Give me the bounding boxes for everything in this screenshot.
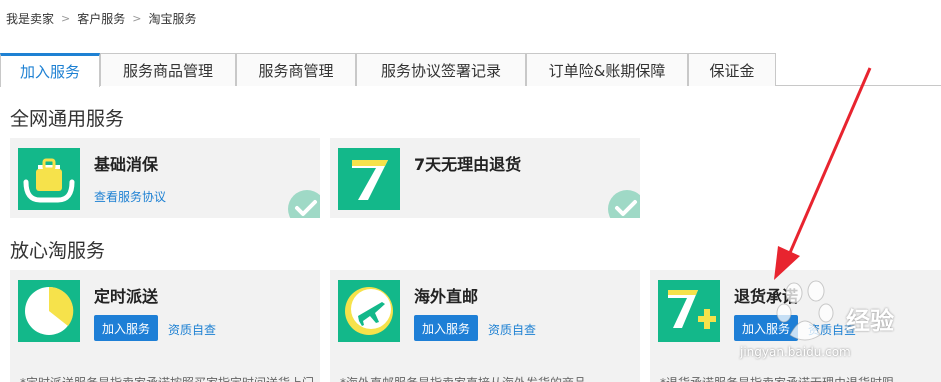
seven-day-logo-icon [338, 148, 400, 210]
tab-service-goods-management[interactable]: 服务商品管理 [100, 53, 236, 86]
join-service-button[interactable]: 加入服务 [414, 315, 478, 341]
check-icon [288, 190, 320, 218]
view-agreement-link[interactable]: 查看服务协议 [94, 188, 166, 205]
breadcrumb-separator-icon: > [61, 12, 71, 25]
tab-order-insurance[interactable]: 订单险&账期保障 [526, 53, 688, 86]
card-title: 7天无理由退货 [414, 155, 522, 174]
breadcrumb-separator-icon: > [132, 12, 142, 25]
watermark-url: jingyan.baidu.com [740, 345, 851, 359]
service-card-overseas-direct: 海外直邮 加入服务 资质自查 *海外直邮服务是指卖家直接从海外发货的商品 [330, 270, 640, 382]
breadcrumb: 我是卖家 > 客户服务 > 淘宝服务 [6, 10, 196, 27]
clock-logo-icon [18, 280, 80, 342]
join-service-button[interactable]: 加入服务 [94, 315, 158, 341]
qualification-check-link[interactable]: 资质自查 [168, 321, 216, 338]
plane-logo-icon [338, 280, 400, 342]
tab-agreement-records[interactable]: 服务协议签署记录 [356, 53, 526, 86]
qualification-check-link[interactable]: 资质自查 [488, 321, 536, 338]
breadcrumb-item-customer-service[interactable]: 客户服务 [77, 10, 125, 27]
card-description: *退货承诺服务是指卖家承诺无理由退货时限 [660, 374, 894, 382]
card-title: 海外直邮 [414, 287, 479, 306]
section-title-trusted: 放心淘服务 [10, 240, 106, 262]
tab-service-provider-management[interactable]: 服务商管理 [236, 53, 356, 86]
check-icon [608, 190, 640, 218]
card-description: *海外直邮服务是指卖家直接从海外发货的商品 [340, 374, 586, 382]
service-card-basic-protection: 基础消保 查看服务协议 [10, 138, 320, 218]
tab-bar: 加入服务 服务商品管理 服务商管理 服务协议签署记录 订单险&账期保障 保证金 [0, 53, 941, 87]
basic-protection-logo-icon [18, 148, 80, 210]
watermark-brand: 经验 [846, 307, 894, 335]
return-commitment-logo-icon [658, 280, 720, 342]
tab-join-service[interactable]: 加入服务 [0, 53, 100, 87]
card-title: 基础消保 [94, 155, 159, 174]
service-card-scheduled-delivery: 定时派送 加入服务 资质自查 *定时派送服务是指卖家承诺按照买家指定时间送货上门 [10, 270, 320, 382]
card-title: 定时派送 [94, 287, 159, 306]
service-card-7day-return: 7天无理由退货 [330, 138, 640, 218]
card-description: *定时派送服务是指卖家承诺按照买家指定时间送货上门 [20, 374, 314, 382]
tab-deposit[interactable]: 保证金 [688, 53, 776, 86]
breadcrumb-item-seller[interactable]: 我是卖家 [6, 10, 54, 27]
section-title-general: 全网通用服务 [10, 108, 125, 130]
breadcrumb-item-taobao-service: 淘宝服务 [148, 12, 197, 26]
baidu-jingyan-watermark: 经验 jingyan.baidu.com [734, 273, 934, 363]
